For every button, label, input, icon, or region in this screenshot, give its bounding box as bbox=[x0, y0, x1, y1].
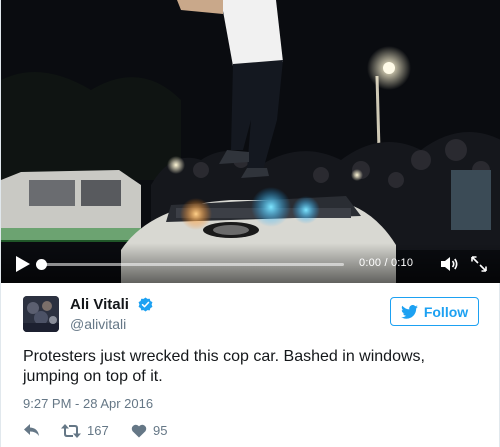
reply-icon bbox=[24, 424, 39, 436]
avatar-image bbox=[23, 296, 59, 332]
volume-icon[interactable] bbox=[441, 256, 459, 272]
retweet-count: 167 bbox=[87, 423, 109, 438]
retweet-icon bbox=[61, 423, 81, 438]
follow-button[interactable]: Follow bbox=[390, 297, 479, 326]
video-progress-handle[interactable] bbox=[36, 259, 47, 270]
fullscreen-icon[interactable] bbox=[470, 255, 488, 273]
tweet-timestamp[interactable]: 9:27 PM - 28 Apr 2016 bbox=[23, 396, 153, 411]
like-count: 95 bbox=[153, 423, 168, 438]
tweet-text-line-1: Protesters just wrecked this cop car. Ba… bbox=[23, 348, 425, 365]
twitter-bird-icon bbox=[400, 304, 418, 319]
play-icon[interactable] bbox=[16, 256, 30, 272]
tweet-text-line-2: jumping on top of it. bbox=[23, 368, 163, 385]
video-progress-bar[interactable] bbox=[36, 259, 344, 270]
tweet-card: 0:00 / 0:10 Ali Vitali @alivitali Follow… bbox=[0, 0, 500, 447]
verified-icon bbox=[138, 297, 153, 312]
video-player[interactable]: 0:00 / 0:10 bbox=[1, 0, 500, 283]
avatar[interactable] bbox=[23, 296, 59, 332]
author-handle[interactable]: @alivitali bbox=[70, 316, 126, 332]
author-name[interactable]: Ali Vitali bbox=[70, 296, 129, 313]
video-time-display: 0:00 / 0:10 bbox=[359, 257, 414, 269]
video-frame[interactable] bbox=[1, 0, 500, 283]
retweet-button[interactable]: 167 bbox=[61, 423, 109, 438]
video-controls: 0:00 / 0:10 bbox=[1, 243, 500, 283]
tweet-text: Protesters just wrecked this cop car. Ba… bbox=[23, 347, 483, 387]
like-button[interactable]: 95 bbox=[131, 423, 167, 438]
reply-button[interactable] bbox=[23, 423, 46, 437]
follow-button-label: Follow bbox=[423, 303, 469, 320]
like-icon bbox=[131, 424, 147, 437]
